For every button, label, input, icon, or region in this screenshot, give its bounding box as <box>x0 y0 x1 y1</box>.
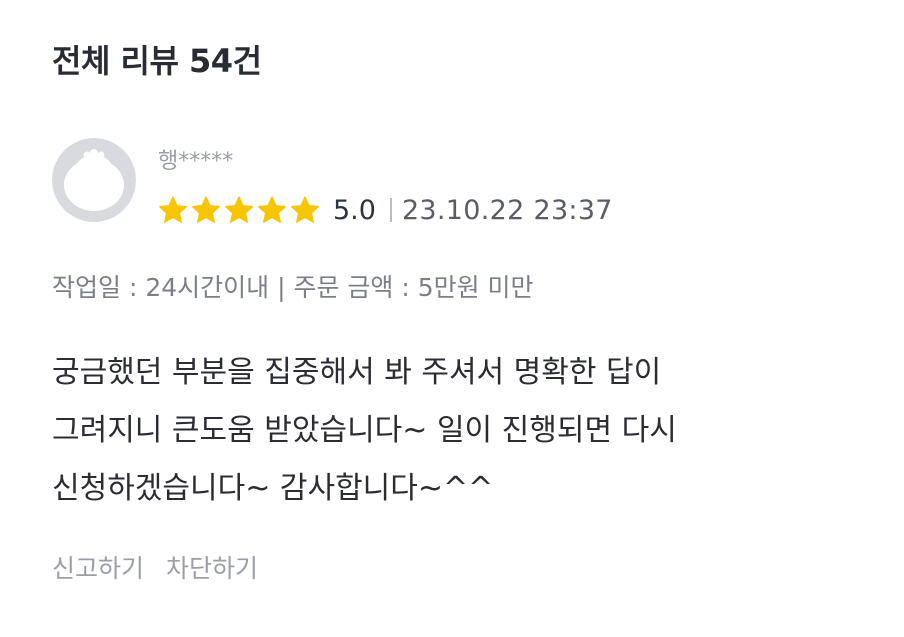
star-icon <box>192 196 220 223</box>
review-text: 궁금했던 부분을 집중해서 봐 주셔서 명확한 답이 그려지니 큰도움 받았습니… <box>52 344 852 518</box>
review-actions: 신고하기 차단하기 <box>52 549 258 585</box>
reviewer-name: 행***** <box>158 149 234 174</box>
block-button[interactable]: 차단하기 <box>166 549 258 585</box>
page-title: 전체 리뷰 54건 <box>52 42 262 80</box>
rating-row: 5.0 23.10.22 23:37 <box>158 190 613 230</box>
star-rating <box>158 195 323 225</box>
star-icon <box>291 196 319 223</box>
divider <box>389 198 392 222</box>
review-text-line: 그려지니 큰도움 받았습니다~ 일이 진행되면 다시 <box>52 413 677 448</box>
review-meta: 작업일 : 24시간이내 | 주문 금액 : 5만원 미만 <box>52 273 534 302</box>
review-text-line: 궁금했던 부분을 집중해서 봐 주셔서 명확한 답이 <box>52 355 662 390</box>
star-icon <box>159 196 187 223</box>
review-text-line: 신청하겠습니다~ 감사합니다~^^ <box>52 471 494 506</box>
star-icon <box>258 196 286 223</box>
rating-value: 5.0 <box>333 194 376 226</box>
review-date: 23.10.22 23:37 <box>401 194 613 226</box>
default-user-avatar-icon <box>52 138 136 222</box>
report-button[interactable]: 신고하기 <box>52 549 144 585</box>
avatar <box>52 138 136 222</box>
star-icon <box>225 196 253 223</box>
